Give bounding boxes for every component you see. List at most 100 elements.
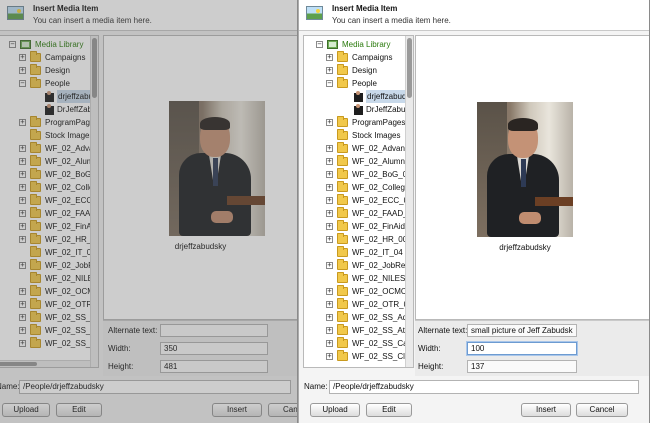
tree-node-label: WF_02_IT_04 [45,248,96,257]
scrollbar-thumb[interactable] [407,38,412,98]
media-library-icon [327,40,338,49]
tree-node-label: ProgramPages [352,118,406,127]
folder-icon [30,64,41,75]
width-input[interactable]: 350 [160,342,268,355]
edit-button[interactable]: Edit [366,403,412,417]
media-library-icon [20,40,31,49]
tree-node-label: WF_02_SS_Ath [352,326,410,335]
expand-icon[interactable]: + [326,54,333,61]
expand-icon[interactable]: + [19,54,26,61]
collapse-icon[interactable]: − [326,80,333,87]
expand-icon[interactable]: + [19,197,26,204]
width-input[interactable]: 100 [467,342,577,355]
expand-icon[interactable]: + [19,327,26,334]
expand-icon[interactable]: + [326,171,333,178]
folder-icon [337,116,348,127]
upload-button[interactable]: Upload [2,403,50,417]
alt-text-input[interactable]: small picture of Jeff Zabudsk [467,324,577,337]
expand-icon[interactable]: + [326,223,333,230]
expand-icon[interactable]: + [326,353,333,360]
expand-icon[interactable]: + [19,340,26,347]
folder-icon [337,194,348,205]
height-input[interactable]: 481 [160,360,268,373]
expand-icon[interactable]: + [326,197,333,204]
expand-icon[interactable]: + [19,262,26,269]
tree-horizontal-scrollbar[interactable] [0,360,90,367]
properties-panel: Alternate text: small picture of Jeff Za… [415,320,649,376]
tree-vertical-scrollbar[interactable] [90,36,98,367]
media-image-icon [306,6,323,20]
insert-button[interactable]: Insert [212,403,262,417]
folder-icon [337,324,348,335]
tree-node-label: People [352,79,377,88]
expand-icon[interactable]: + [19,67,26,74]
tree-node-label: WF_02_FAAD_ [352,209,408,218]
expand-icon[interactable]: + [326,327,333,334]
expand-icon[interactable]: + [326,119,333,126]
tree-node-label: WF_02_OTR_0 [352,300,409,309]
expand-icon[interactable]: + [326,158,333,165]
media-tree[interactable]: − Media Library + Campaigns + Design − Peopl… [0,35,99,368]
expand-icon[interactable]: + [19,184,26,191]
insert-media-dialog-right: Insert Media Item You can insert a media… [299,0,650,423]
height-label: Height: [108,362,134,371]
expand-icon[interactable]: + [19,171,26,178]
cancel-button[interactable]: Canc [268,403,297,417]
expand-icon[interactable]: + [326,67,333,74]
scrollbar-thumb[interactable] [0,362,37,366]
expand-icon[interactable]: + [19,158,26,165]
dialog-subtitle: You can insert a media item here. [33,16,152,25]
tree-node-label: drjeffzabud [366,90,408,103]
expand-icon[interactable]: + [19,145,26,152]
insert-button[interactable]: Insert [521,403,571,417]
alt-text-label: Alternate text: [108,326,158,335]
collapse-icon[interactable]: − [9,41,16,48]
expand-icon[interactable]: + [19,314,26,321]
folder-icon [30,272,41,283]
alt-text-input[interactable] [160,324,268,337]
expand-icon[interactable]: + [19,210,26,217]
preview-caption: drjeffzabudsky [499,243,551,252]
expand-icon[interactable]: + [326,210,333,217]
folder-icon [337,168,348,179]
tree-vertical-scrollbar[interactable] [405,36,413,367]
expand-icon[interactable]: + [19,119,26,126]
collapse-icon[interactable]: − [19,80,26,87]
preview-photo [169,101,265,236]
height-label: Height: [418,362,444,371]
dialog-header: Insert Media Item You can insert a media… [299,0,649,31]
folder-icon [30,77,41,88]
tree-node-label: WF_02_OCMC_ [352,287,412,296]
expand-icon[interactable]: + [19,301,26,308]
expand-icon[interactable]: + [326,340,333,347]
expand-icon[interactable]: + [326,314,333,321]
tree-node-label: DrJeffZabu [366,105,406,114]
cancel-button[interactable]: Cancel [576,403,628,417]
expand-icon[interactable]: + [326,145,333,152]
tree-node-label: Media Library [342,40,391,49]
name-input[interactable]: /People/drjeffzabudsky [329,380,639,394]
tree-node-label: Stock Images [45,131,94,140]
folder-icon [30,155,41,166]
expand-icon[interactable]: + [326,184,333,191]
expand-icon[interactable]: + [19,236,26,243]
expand-icon[interactable]: + [326,288,333,295]
tree-node-label: WF_02_Colleg [352,183,405,192]
expand-icon[interactable]: + [19,223,26,230]
name-input[interactable]: /People/drjeffzabudsky [19,380,291,394]
expand-icon[interactable]: + [326,236,333,243]
folder-icon [337,285,348,296]
tree-node-label: WF_02_NILES_ [352,274,410,283]
expand-icon[interactable]: + [326,301,333,308]
expand-icon[interactable]: + [326,262,333,269]
folder-icon [337,64,348,75]
expand-icon[interactable]: + [19,288,26,295]
insert-media-dialog-left: Insert Media Item You can insert a media… [0,0,298,423]
edit-button[interactable]: Edit [56,403,102,417]
person-photo-icon [354,104,363,115]
media-tree[interactable]: − Media Library + Campaigns + Design − Peopl… [303,35,414,368]
scrollbar-thumb[interactable] [92,38,97,98]
collapse-icon[interactable]: − [316,41,323,48]
height-input[interactable]: 137 [467,360,577,373]
upload-button[interactable]: Upload [310,403,360,417]
